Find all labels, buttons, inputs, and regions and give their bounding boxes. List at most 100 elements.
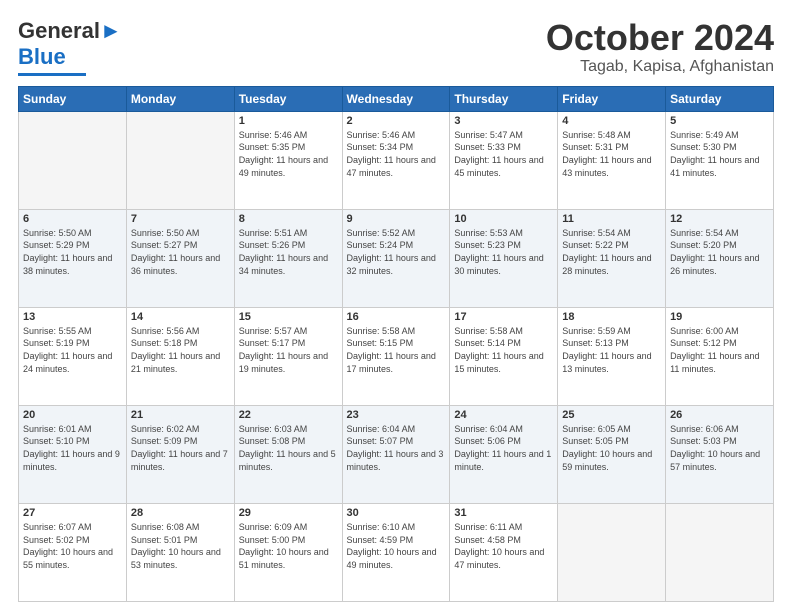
col-thursday: Thursday	[450, 86, 558, 111]
day-number: 15	[239, 311, 338, 323]
calendar-table: Sunday Monday Tuesday Wednesday Thursday…	[18, 86, 774, 602]
page: General► Blue October 2024 Tagab, Kapisa…	[0, 0, 792, 612]
day-info: Sunrise: 5:56 AM Sunset: 5:18 PM Dayligh…	[131, 325, 230, 375]
day-info: Sunrise: 5:50 AM Sunset: 5:27 PM Dayligh…	[131, 227, 230, 277]
calendar-header-row: Sunday Monday Tuesday Wednesday Thursday…	[19, 86, 774, 111]
day-number: 28	[131, 507, 230, 519]
table-row: 1Sunrise: 5:46 AM Sunset: 5:35 PM Daylig…	[234, 111, 342, 209]
day-number: 17	[454, 311, 553, 323]
table-row: 20Sunrise: 6:01 AM Sunset: 5:10 PM Dayli…	[19, 405, 127, 503]
day-number: 16	[347, 311, 446, 323]
table-row: 13 Sunrise: 5:55 AM Sunset: 5:19 PM Dayli…	[19, 307, 127, 405]
table-row: 26 Sunrise: 6:06 AM Sunset: 5:03 PM Dayli…	[666, 405, 774, 503]
location-subtitle: Tagab, Kapisa, Afghanistan	[546, 58, 774, 76]
day-number: 21	[131, 409, 230, 421]
logo: General► Blue	[18, 18, 122, 76]
col-wednesday: Wednesday	[342, 86, 450, 111]
day-info: Sunrise: 5:52 AM Sunset: 5:24 PM Dayligh…	[347, 227, 446, 277]
day-number: 10	[454, 213, 553, 225]
day-number: 11	[562, 213, 661, 225]
day-number: 24	[454, 409, 553, 421]
col-friday: Friday	[558, 86, 666, 111]
table-row: 11 Sunrise: 5:54 AM Sunset: 5:22 PM Dayli…	[558, 209, 666, 307]
day-number: 26	[670, 409, 769, 421]
day-number: 13	[23, 311, 122, 323]
day-info: Sunrise: 5:53 AM Sunset: 5:23 PM Dayligh…	[454, 227, 553, 277]
day-info: Sunrise: 5:50 AM Sunset: 5:29 PM Dayligh…	[23, 227, 122, 277]
day-number: 19	[670, 311, 769, 323]
day-info: Sunrise: 6:10 AM Sunset: 4:59 PM Dayligh…	[347, 521, 446, 571]
logo-text: General► Blue	[18, 18, 122, 71]
day-number: 22	[239, 409, 338, 421]
day-number: 6	[23, 213, 122, 225]
table-row: 23Sunrise: 6:04 AM Sunset: 5:07 PM Dayli…	[342, 405, 450, 503]
day-info: Sunrise: 6:09 AM Sunset: 5:00 PM Dayligh…	[239, 521, 338, 571]
day-info: Sunrise: 5:46 AM Sunset: 5:34 PM Dayligh…	[347, 129, 446, 179]
day-number: 18	[562, 311, 661, 323]
day-number: 3	[454, 115, 553, 127]
day-number: 25	[562, 409, 661, 421]
day-info: Sunrise: 5:55 AM Sunset: 5:19 PM Dayligh…	[23, 325, 122, 375]
day-info: Sunrise: 6:05 AM Sunset: 5:05 PM Dayligh…	[562, 423, 661, 473]
day-info: Sunrise: 5:48 AM Sunset: 5:31 PM Dayligh…	[562, 129, 661, 179]
table-row: 30 Sunrise: 6:10 AM Sunset: 4:59 PM Dayli…	[342, 503, 450, 601]
table-row: 10 Sunrise: 5:53 AM Sunset: 5:23 PM Dayli…	[450, 209, 558, 307]
table-row: 28 Sunrise: 6:08 AM Sunset: 5:01 PM Dayli…	[126, 503, 234, 601]
day-info: Sunrise: 5:57 AM Sunset: 5:17 PM Dayligh…	[239, 325, 338, 375]
col-tuesday: Tuesday	[234, 86, 342, 111]
col-saturday: Saturday	[666, 86, 774, 111]
calendar-week-row: 27Sunrise: 6:07 AM Sunset: 5:02 PM Dayli…	[19, 503, 774, 601]
day-number: 27	[23, 507, 122, 519]
day-info: Sunrise: 5:54 AM Sunset: 5:22 PM Dayligh…	[562, 227, 661, 277]
table-row: 19 Sunrise: 6:00 AM Sunset: 5:12 PM Dayli…	[666, 307, 774, 405]
table-row	[666, 503, 774, 601]
table-row: 17Sunrise: 5:58 AM Sunset: 5:14 PM Dayli…	[450, 307, 558, 405]
table-row: 27Sunrise: 6:07 AM Sunset: 5:02 PM Dayli…	[19, 503, 127, 601]
table-row: 14 Sunrise: 5:56 AM Sunset: 5:18 PM Dayli…	[126, 307, 234, 405]
day-number: 1	[239, 115, 338, 127]
day-number: 29	[239, 507, 338, 519]
calendar-week-row: 13 Sunrise: 5:55 AM Sunset: 5:19 PM Dayli…	[19, 307, 774, 405]
day-number: 30	[347, 507, 446, 519]
month-title: October 2024	[546, 18, 774, 58]
day-info: Sunrise: 6:08 AM Sunset: 5:01 PM Dayligh…	[131, 521, 230, 571]
calendar-week-row: 1Sunrise: 5:46 AM Sunset: 5:35 PM Daylig…	[19, 111, 774, 209]
table-row: 8 Sunrise: 5:51 AM Sunset: 5:26 PM Daylig…	[234, 209, 342, 307]
header: General► Blue October 2024 Tagab, Kapisa…	[18, 18, 774, 76]
table-row: 15 Sunrise: 5:57 AM Sunset: 5:17 PM Dayli…	[234, 307, 342, 405]
day-info: Sunrise: 6:02 AM Sunset: 5:09 PM Dayligh…	[131, 423, 230, 473]
table-row: 9 Sunrise: 5:52 AM Sunset: 5:24 PM Daylig…	[342, 209, 450, 307]
title-section: October 2024 Tagab, Kapisa, Afghanistan	[546, 18, 774, 76]
day-number: 7	[131, 213, 230, 225]
table-row: 6 Sunrise: 5:50 AM Sunset: 5:29 PM Daylig…	[19, 209, 127, 307]
day-number: 5	[670, 115, 769, 127]
col-sunday: Sunday	[19, 86, 127, 111]
table-row: 18 Sunrise: 5:59 AM Sunset: 5:13 PM Dayli…	[558, 307, 666, 405]
day-number: 20	[23, 409, 122, 421]
table-row: 29 Sunrise: 6:09 AM Sunset: 5:00 PM Dayli…	[234, 503, 342, 601]
table-row: 22 Sunrise: 6:03 AM Sunset: 5:08 PM Dayli…	[234, 405, 342, 503]
table-row: 2 Sunrise: 5:46 AM Sunset: 5:34 PM Daylig…	[342, 111, 450, 209]
day-number: 14	[131, 311, 230, 323]
day-info: Sunrise: 5:51 AM Sunset: 5:26 PM Dayligh…	[239, 227, 338, 277]
day-number: 2	[347, 115, 446, 127]
day-info: Sunrise: 6:04 AM Sunset: 5:07 PM Dayligh…	[347, 423, 446, 473]
day-info: Sunrise: 6:06 AM Sunset: 5:03 PM Dayligh…	[670, 423, 769, 473]
calendar-week-row: 6 Sunrise: 5:50 AM Sunset: 5:29 PM Daylig…	[19, 209, 774, 307]
day-number: 31	[454, 507, 553, 519]
table-row: 7 Sunrise: 5:50 AM Sunset: 5:27 PM Daylig…	[126, 209, 234, 307]
day-number: 8	[239, 213, 338, 225]
table-row: 24Sunrise: 6:04 AM Sunset: 5:06 PM Dayli…	[450, 405, 558, 503]
day-number: 4	[562, 115, 661, 127]
table-row	[558, 503, 666, 601]
day-info: Sunrise: 5:59 AM Sunset: 5:13 PM Dayligh…	[562, 325, 661, 375]
table-row	[19, 111, 127, 209]
day-number: 12	[670, 213, 769, 225]
table-row	[126, 111, 234, 209]
day-info: Sunrise: 6:03 AM Sunset: 5:08 PM Dayligh…	[239, 423, 338, 473]
table-row: 12 Sunrise: 5:54 AM Sunset: 5:20 PM Dayli…	[666, 209, 774, 307]
day-info: Sunrise: 5:54 AM Sunset: 5:20 PM Dayligh…	[670, 227, 769, 277]
day-number: 9	[347, 213, 446, 225]
day-info: Sunrise: 6:00 AM Sunset: 5:12 PM Dayligh…	[670, 325, 769, 375]
table-row: 3Sunrise: 5:47 AM Sunset: 5:33 PM Daylig…	[450, 111, 558, 209]
